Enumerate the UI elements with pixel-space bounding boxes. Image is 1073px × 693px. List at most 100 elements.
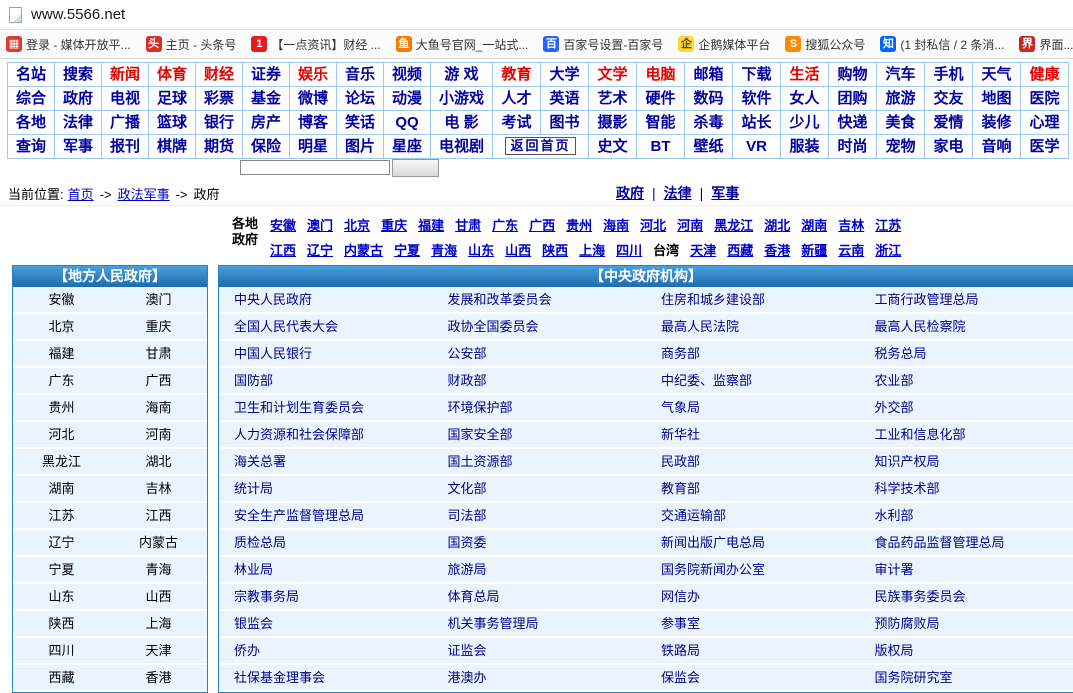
- nav-category-link[interactable]: 服装: [781, 135, 829, 159]
- search-button[interactable]: [392, 159, 439, 177]
- nav-category-link[interactable]: 小游戏: [431, 87, 493, 111]
- region-province-link[interactable]: 上海: [579, 240, 605, 259]
- local-gov-link[interactable]: 海南: [145, 400, 171, 415]
- central-gov-link[interactable]: 国防部: [234, 373, 273, 388]
- region-province-link[interactable]: 广东: [492, 215, 518, 234]
- central-gov-link[interactable]: 参事室: [661, 616, 700, 631]
- nav-category-link[interactable]: 足球: [149, 87, 196, 111]
- central-gov-link[interactable]: 最高人民法院: [661, 319, 739, 334]
- local-gov-link[interactable]: 四川: [48, 643, 74, 658]
- central-gov-link[interactable]: 版权局: [875, 643, 914, 658]
- local-gov-link[interactable]: 河南: [145, 427, 171, 442]
- nav-category-link[interactable]: 娱乐: [290, 63, 337, 87]
- region-province-link[interactable]: 内蒙古: [344, 240, 383, 259]
- nav-category-link[interactable]: VR: [733, 135, 781, 159]
- local-gov-link[interactable]: 山西: [145, 589, 171, 604]
- nav-category-link[interactable]: 新闻: [102, 63, 149, 87]
- nav-category-link[interactable]: 教育: [493, 63, 541, 87]
- region-province-link[interactable]: 江西: [270, 240, 296, 259]
- nav-category-link[interactable]: 站长: [733, 111, 781, 135]
- nav-category-link[interactable]: 财经: [196, 63, 243, 87]
- nav-category-link[interactable]: 文学: [589, 63, 637, 87]
- nav-category-link[interactable]: 音响: [973, 135, 1021, 159]
- region-province-link[interactable]: 四川: [616, 240, 642, 259]
- region-province-link[interactable]: 重庆: [381, 215, 407, 234]
- nav-category-link[interactable]: 音乐: [337, 63, 384, 87]
- quick-link[interactable]: 政府: [616, 185, 644, 201]
- central-gov-link[interactable]: 中纪委、监察部: [661, 373, 752, 388]
- address-bar[interactable]: www.5566.net: [0, 0, 1073, 30]
- local-gov-link[interactable]: 安徽: [48, 292, 74, 307]
- bookmark-item[interactable]: 头主页 - 头条号: [146, 36, 237, 53]
- central-gov-link[interactable]: 环境保护部: [448, 400, 513, 415]
- bookmark-item[interactable]: 知(1 封私信 / 2 条消...: [880, 36, 1004, 53]
- central-gov-link[interactable]: 统计局: [234, 481, 273, 496]
- local-gov-link[interactable]: 甘肃: [145, 346, 171, 361]
- nav-category-link[interactable]: 篮球: [149, 111, 196, 135]
- nav-category-link[interactable]: 基金: [243, 87, 290, 111]
- nav-category-link[interactable]: 壁纸: [685, 135, 733, 159]
- nav-category-link[interactable]: 视频: [384, 63, 431, 87]
- central-gov-link[interactable]: 财政部: [448, 373, 487, 388]
- central-gov-link[interactable]: 质检总局: [234, 535, 286, 550]
- central-gov-link[interactable]: 预防腐败局: [875, 616, 940, 631]
- central-gov-link[interactable]: 侨办: [234, 643, 260, 658]
- local-gov-link[interactable]: 北京: [48, 319, 74, 334]
- region-province-link[interactable]: 天津: [690, 240, 716, 259]
- nav-category-link[interactable]: 棋牌: [149, 135, 196, 159]
- nav-category-link[interactable]: 旅游: [877, 87, 925, 111]
- nav-category-link[interactable]: 摄影: [589, 111, 637, 135]
- central-gov-link[interactable]: 宗教事务局: [234, 589, 299, 604]
- central-gov-link[interactable]: 政协全国委员会: [448, 319, 539, 334]
- region-province-link[interactable]: 湖南: [801, 215, 827, 234]
- central-gov-link[interactable]: 民政部: [661, 454, 700, 469]
- nav-category-link[interactable]: 爱情: [925, 111, 973, 135]
- region-province-link[interactable]: 贵州: [566, 215, 592, 234]
- nav-category-link[interactable]: 游 戏: [431, 63, 493, 87]
- nav-category-link[interactable]: 少儿: [781, 111, 829, 135]
- nav-category-link[interactable]: 生活: [781, 63, 829, 87]
- nav-category-link[interactable]: 考试: [493, 111, 541, 135]
- bookmark-item[interactable]: 1【一点资讯】财经 ...: [251, 36, 380, 53]
- local-gov-link[interactable]: 澳门: [145, 292, 171, 307]
- region-province-link[interactable]: 广西: [529, 215, 555, 234]
- nav-category-link[interactable]: 购物: [829, 63, 877, 87]
- central-gov-link[interactable]: 司法部: [448, 508, 487, 523]
- nav-category-link[interactable]: 心理: [1021, 111, 1069, 135]
- central-gov-link[interactable]: 铁路局: [661, 643, 700, 658]
- nav-category-link[interactable]: QQ: [384, 111, 431, 135]
- nav-category-link[interactable]: 下载: [733, 63, 781, 87]
- central-gov-link[interactable]: 中央人民政府: [234, 292, 312, 307]
- nav-category-link[interactable]: 电脑: [637, 63, 685, 87]
- central-gov-link[interactable]: 知识产权局: [875, 454, 940, 469]
- nav-category-link[interactable]: 史文: [589, 135, 637, 159]
- region-province-link[interactable]: 辽宁: [307, 240, 333, 259]
- central-gov-link[interactable]: 海关总署: [234, 454, 286, 469]
- nav-category-link[interactable]: 保险: [243, 135, 290, 159]
- region-province-link[interactable]: 海南: [603, 215, 629, 234]
- central-gov-link[interactable]: 税务总局: [875, 346, 927, 361]
- nav-category-link[interactable]: 广播: [102, 111, 149, 135]
- bookmark-item[interactable]: 界界面...: [1019, 36, 1073, 53]
- nav-category-link[interactable]: 博客: [290, 111, 337, 135]
- bookmark-item[interactable]: 鱼大鱼号官网_一站式...: [396, 36, 529, 53]
- nav-category-link[interactable]: 快递: [829, 111, 877, 135]
- central-gov-link[interactable]: 科学技术部: [875, 481, 940, 496]
- nav-category-link[interactable]: 图片: [337, 135, 384, 159]
- central-gov-link[interactable]: 卫生和计划生育委员会: [234, 400, 364, 415]
- nav-category-link[interactable]: 邮箱: [685, 63, 733, 87]
- nav-category-link[interactable]: 彩票: [196, 87, 243, 111]
- nav-category-link[interactable]: 星座: [384, 135, 431, 159]
- nav-category-link[interactable]: 天气: [973, 63, 1021, 87]
- region-province-link[interactable]: 甘肃: [455, 215, 481, 234]
- central-gov-link[interactable]: 工业和信息化部: [875, 427, 966, 442]
- nav-category-link[interactable]: 英语: [541, 87, 589, 111]
- region-province-link[interactable]: 西藏: [727, 240, 753, 259]
- region-province-link[interactable]: 新疆: [801, 240, 827, 259]
- region-province-link[interactable]: 宁夏: [394, 240, 420, 259]
- nav-category-link[interactable]: 交友: [925, 87, 973, 111]
- central-gov-link[interactable]: 农业部: [875, 373, 914, 388]
- nav-category-link[interactable]: 人才: [493, 87, 541, 111]
- nav-category-link[interactable]: 家电: [925, 135, 973, 159]
- nav-category-link[interactable]: 论坛: [337, 87, 384, 111]
